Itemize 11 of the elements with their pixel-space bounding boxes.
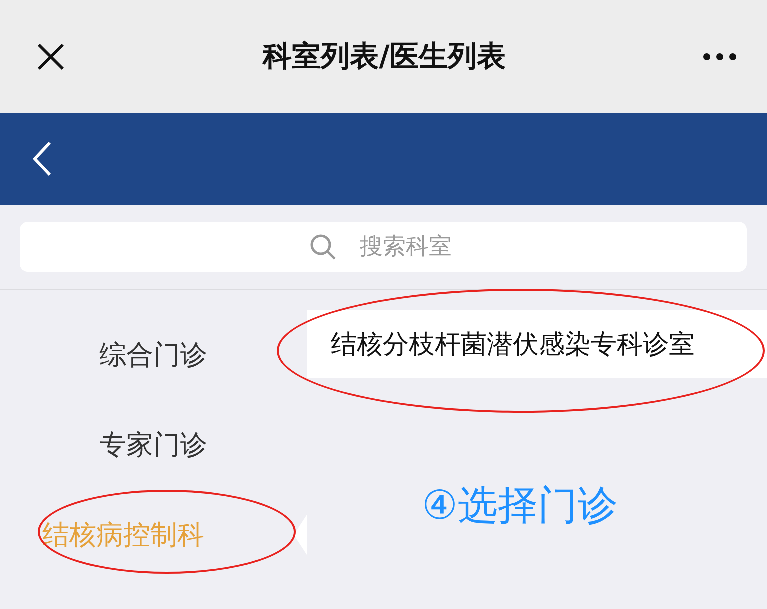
selection-pointer (294, 515, 307, 555)
more-icon[interactable] (703, 52, 737, 60)
search-field[interactable]: 搜索科室 (20, 222, 747, 272)
department-item[interactable]: 综合门诊 (100, 337, 208, 373)
department-item[interactable]: 专家门诊 (100, 427, 208, 463)
search-icon (310, 234, 336, 260)
annotation-text: ④选择门诊 (422, 482, 619, 531)
window-title: 科室列表/医生列表 (263, 38, 506, 74)
close-icon[interactable] (36, 42, 66, 72)
back-icon[interactable] (32, 141, 52, 177)
clinic-item[interactable]: 结核分枝杆菌潜伏感染专科诊室 (307, 310, 767, 378)
